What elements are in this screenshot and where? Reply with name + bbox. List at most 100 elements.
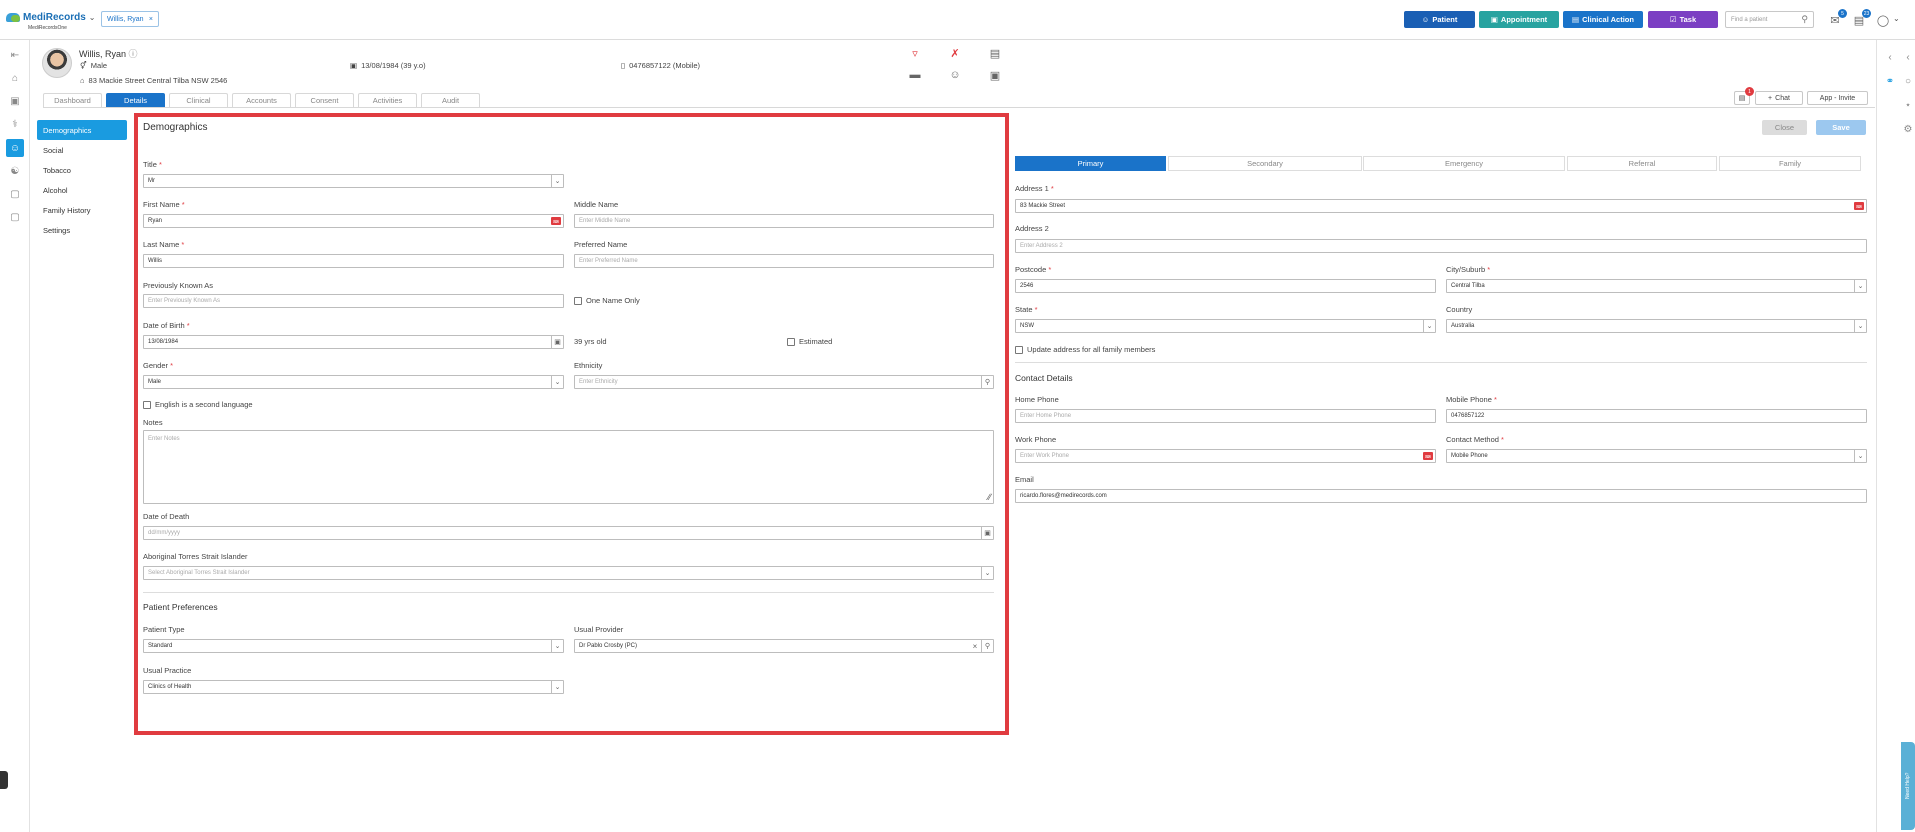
tab-dashboard[interactable]: Dashboard (43, 93, 102, 107)
dod-input[interactable]: dd/mm/yyyy ▣ (143, 526, 994, 540)
subnav-settings[interactable]: Settings (37, 220, 127, 240)
mail-icon[interactable]: ✉ 5 (1828, 9, 1847, 27)
country-select[interactable]: Australia ⌄ (1446, 319, 1867, 333)
one-name-only-checkbox[interactable]: One Name Only (574, 296, 640, 305)
chevron-down-icon[interactable]: ⌄ (551, 640, 563, 652)
subnav-alcohol[interactable]: Alcohol (37, 180, 127, 200)
app-invite-button[interactable]: App - Invite (1807, 91, 1868, 105)
record-icon[interactable]: ▤ (988, 47, 1002, 60)
info-icon[interactable]: ⓘ (129, 49, 138, 59)
previously-known-input[interactable]: Enter Previously Known As (143, 294, 564, 308)
patients-icon[interactable]: ☺ (6, 139, 24, 157)
last-name-input[interactable]: Willis (143, 254, 564, 268)
checkbox-box[interactable] (574, 296, 582, 305)
need-help-tab[interactable]: Need Help? (1901, 742, 1915, 830)
search-icon[interactable]: ⚲ (981, 640, 993, 652)
subnav-social[interactable]: Social (37, 140, 127, 160)
usual-provider-input[interactable]: Dr Pablo Crosby (PC) × ⚲ (574, 639, 994, 653)
allergy-icon[interactable]: ✗ (948, 47, 962, 60)
notes-icon[interactable]: ▤ 1 (1734, 87, 1754, 105)
tab-activities[interactable]: Activities (358, 93, 417, 107)
postcode-input[interactable]: 2546 (1015, 279, 1436, 293)
tab-accounts[interactable]: Accounts (232, 93, 291, 107)
tab-primary[interactable]: Primary (1015, 156, 1166, 171)
patient-button[interactable]: ☺ Patient (1404, 11, 1475, 28)
chevron-down-icon[interactable]: ⌄ (1854, 450, 1866, 462)
link-icon[interactable]: ⚭ (1881, 72, 1899, 90)
resize-handle-icon[interactable]: ∕∕ (988, 493, 991, 502)
middle-name-input[interactable]: Enter Middle Name (574, 214, 994, 228)
chevron-down-icon[interactable]: ⌄ (981, 567, 993, 579)
card-icon[interactable]: ▬ (908, 69, 922, 81)
folder-icon[interactable]: ▢ (6, 185, 24, 203)
checkbox-box[interactable] (143, 400, 151, 409)
tab-clinical[interactable]: Clinical (169, 93, 228, 107)
search-icon[interactable]: ⚲ (981, 376, 993, 388)
update-family-address-checkbox[interactable]: Update address for all family members (1015, 345, 1155, 354)
address1-input[interactable]: 83 Mackie Street ⌨ (1015, 199, 1867, 213)
reports-folder-icon[interactable]: ▢ (6, 208, 24, 226)
clear-icon[interactable]: × (969, 640, 981, 652)
collapse-panel-icon[interactable]: ‹ (1899, 48, 1915, 66)
chevron-down-icon[interactable]: ⌄ (551, 376, 563, 388)
subnav-tobacco[interactable]: Tobacco (37, 160, 127, 180)
title-select[interactable]: Mr ⌄ (143, 174, 564, 188)
patient-type-select[interactable]: Standard ⌄ (143, 639, 564, 653)
ethnicity-input[interactable]: Enter Ethnicity ⚲ (574, 375, 994, 389)
side-toggle-handle[interactable] (0, 771, 8, 789)
app-logo[interactable]: MediRecords ⌄ MediRecordsOne (6, 12, 96, 31)
city-select[interactable]: Central Tilba ⌄ (1446, 279, 1867, 293)
estimated-checkbox[interactable]: Estimated (787, 337, 832, 346)
stethoscope-icon[interactable]: ⚕ (6, 115, 24, 133)
tab-consent[interactable]: Consent (295, 93, 354, 107)
notes-textarea[interactable]: Enter Notes ∕∕ (143, 430, 994, 504)
calendar-icon[interactable]: ▣ (551, 336, 563, 348)
keyboard-icon[interactable]: ⌨ (1423, 452, 1433, 460)
save-button[interactable]: Save (1816, 120, 1866, 135)
chevron-down-icon[interactable]: ⌄ (551, 681, 563, 693)
checkbox-box[interactable] (1015, 345, 1023, 354)
tab-family[interactable]: Family (1719, 156, 1861, 171)
tab-secondary[interactable]: Secondary (1168, 156, 1362, 171)
group-icon[interactable]: ☯ (6, 162, 24, 180)
calendar-icon[interactable]: ▣ (6, 92, 24, 110)
chevron-down-icon[interactable]: ⌄ (551, 175, 563, 187)
mobile-phone-input[interactable]: 0476857122 (1446, 409, 1867, 423)
tab-details[interactable]: Details (106, 93, 165, 107)
dob-input[interactable]: 13/08/1984 ▣ (143, 335, 564, 349)
chevron-down-icon[interactable]: ⌄ (1854, 280, 1866, 292)
checkbox-box[interactable] (787, 337, 795, 346)
chevron-down-icon[interactable]: ⌄ (89, 13, 96, 22)
home-phone-input[interactable]: Enter Home Phone (1015, 409, 1436, 423)
tab-referral[interactable]: Referral (1567, 156, 1717, 171)
subnav-demographics[interactable]: Demographics (37, 120, 127, 140)
tab-audit[interactable]: Audit (421, 93, 480, 107)
appointment-button[interactable]: ▣ Appointment (1479, 11, 1559, 28)
keyboard-icon[interactable]: ⌨ (551, 217, 561, 225)
user-account-icon[interactable]: ◯ (1876, 14, 1890, 27)
chevron-down-icon[interactable]: ⌄ (1423, 320, 1435, 332)
chevron-down-icon[interactable]: ⌄ (1893, 14, 1900, 23)
tab-emergency[interactable]: Emergency (1363, 156, 1565, 171)
patient-search-input[interactable]: Find a patient ⚲ (1725, 11, 1814, 28)
subnav-family-history[interactable]: Family History (37, 200, 127, 220)
expand-menu-icon[interactable]: ⇤ (6, 46, 24, 64)
email-input[interactable]: ricardo.flores@medirecords.com (1015, 489, 1867, 503)
chat-button[interactable]: + Chat (1755, 91, 1803, 105)
address2-input[interactable]: Enter Address 2 (1015, 239, 1867, 253)
second-language-checkbox[interactable]: English is a second language (143, 400, 253, 409)
contacts-icon[interactable]: ☺ (948, 69, 962, 81)
state-select[interactable]: NSW ⌄ (1015, 319, 1436, 333)
search-icon[interactable]: ⚲ (1801, 14, 1808, 25)
chevron-down-icon[interactable]: ⌄ (1854, 320, 1866, 332)
gender-select[interactable]: Male ⌄ (143, 375, 564, 389)
close-button[interactable]: Close (1762, 120, 1807, 135)
usual-practice-select[interactable]: Clinics of Health ⌄ (143, 680, 564, 694)
open-patient-tab[interactable]: Willis, Ryan × (101, 11, 159, 27)
work-phone-input[interactable]: Enter Work Phone ⌨ (1015, 449, 1436, 463)
atsi-select[interactable]: Select Aboriginal Torres Strait Islander… (143, 566, 994, 580)
collapse-left-icon[interactable]: ‹ (1881, 48, 1899, 66)
inbox-icon[interactable]: ▤ 23 (1852, 9, 1871, 27)
keyboard-icon[interactable]: ⌨ (1854, 202, 1864, 210)
close-icon[interactable]: × (149, 16, 153, 23)
